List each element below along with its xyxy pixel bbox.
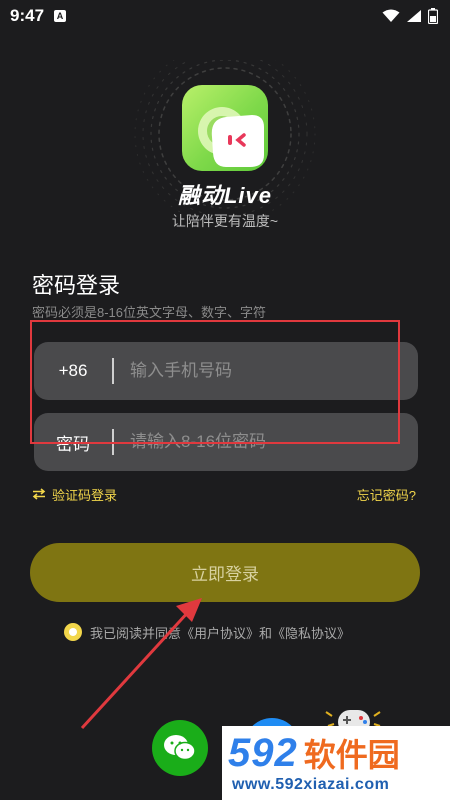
app-slogan: 让陪伴更有温度~ bbox=[171, 213, 279, 229]
app-icon bbox=[182, 85, 268, 171]
watermark-url: www.592xiazai.com bbox=[232, 776, 390, 793]
password-field[interactable]: 密码 bbox=[34, 413, 418, 471]
password-rule-hint: 密码必须是8-16位英文字母、数字、字符 bbox=[32, 305, 267, 320]
password-label: 密码 bbox=[56, 434, 90, 454]
page-title: 密码登录 bbox=[32, 273, 121, 298]
status-time: 9:47 bbox=[10, 6, 45, 25]
login-options-row: 验证码登录 忘记密码? bbox=[32, 484, 416, 504]
agreement-text: 我已阅读并同意《用户协议》和《隐私协议》 bbox=[90, 625, 351, 641]
watermark-text: 软件园 bbox=[303, 737, 400, 773]
watermark-number: 592 bbox=[228, 731, 298, 775]
switch-to-code-login-label: 验证码登录 bbox=[52, 487, 118, 503]
switch-to-code-login-link[interactable]: 验证码登录 bbox=[32, 485, 117, 504]
phone-field[interactable]: +86 bbox=[34, 342, 418, 400]
battery-icon bbox=[428, 8, 438, 24]
wechat-login-button[interactable] bbox=[152, 720, 208, 776]
signal-icon bbox=[407, 10, 421, 22]
password-input[interactable] bbox=[114, 413, 418, 471]
country-code[interactable]: +86 bbox=[34, 361, 112, 381]
touch-hand-icon bbox=[198, 107, 264, 167]
swap-arrows-icon bbox=[32, 488, 46, 500]
login-button[interactable]: 立即登录 bbox=[30, 543, 420, 602]
agreement-checkbox[interactable] bbox=[64, 623, 82, 641]
status-left: 9:47 A bbox=[10, 6, 67, 26]
app-logo-section: 融动Live 让陪伴更有温度~ bbox=[125, 60, 325, 260]
forgot-password-link[interactable]: 忘记密码? bbox=[357, 485, 416, 504]
site-watermark: 592 软件园 www.592xiazai.com bbox=[222, 726, 450, 800]
app-name: 融动Live bbox=[177, 183, 273, 208]
wifi-icon bbox=[382, 9, 400, 22]
phone-input[interactable] bbox=[114, 342, 418, 400]
watermark-brand: 592 软件园 bbox=[228, 730, 400, 776]
status-bar: 9:47 A bbox=[0, 0, 450, 32]
notification-icon: A bbox=[54, 10, 67, 22]
status-right bbox=[382, 8, 438, 24]
wechat-icon bbox=[164, 735, 196, 761]
agreement-row[interactable]: 我已阅读并同意《用户协议》和《隐私协议》 bbox=[64, 622, 350, 642]
